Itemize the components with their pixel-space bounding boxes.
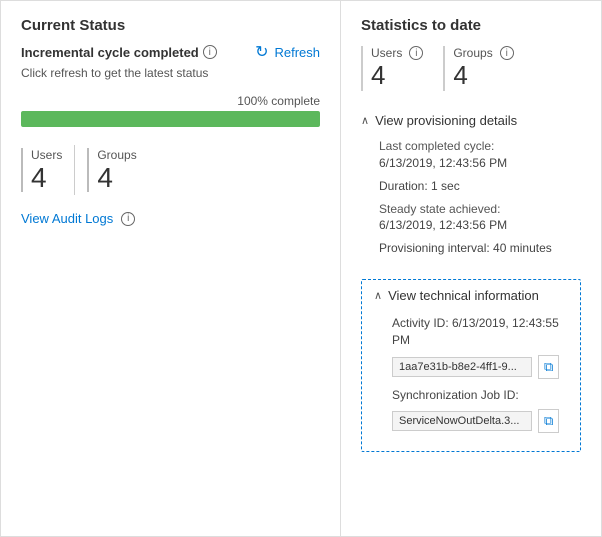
provisioning-accordion: ∧ View provisioning details Last complet… xyxy=(361,107,581,271)
activity-id-field: 1aa7e31b-b8e2-4ff1-9... xyxy=(392,357,532,377)
right-panel: Statistics to date Users i 4 Groups i 4 … xyxy=(341,1,601,536)
sync-job-copy-button[interactable]: ⧉ xyxy=(538,409,559,433)
activity-id-label-row: Activity ID: 6/13/2019, 12:43:55 PM xyxy=(392,315,568,349)
interval-row: Provisioning interval: 40 minutes xyxy=(379,240,581,257)
current-status-title: Current Status xyxy=(21,17,320,34)
activity-id-copy-button[interactable]: ⧉ xyxy=(538,355,559,379)
sync-job-field: ServiceNowOutDelta.3... xyxy=(392,411,532,431)
refresh-button[interactable]: ↻ Refresh xyxy=(255,42,320,62)
view-audit-logs-link[interactable]: View Audit Logs i xyxy=(21,211,320,226)
last-completed-label: Last completed cycle: xyxy=(379,139,494,153)
progress-bar-background xyxy=(21,111,320,127)
progress-container: 100% complete xyxy=(21,94,320,127)
technical-accordion-body: Activity ID: 6/13/2019, 12:43:55 PM 1aa7… xyxy=(362,311,580,451)
users-stat-box: Users 4 xyxy=(21,145,62,195)
technical-header-label: View technical information xyxy=(388,288,539,303)
stats-row: Users 4 Groups 4 xyxy=(21,145,320,195)
subtitle-row: Incremental cycle completed i ↻ Refresh xyxy=(21,42,320,62)
right-users-stat: Users i 4 xyxy=(361,46,423,91)
sync-job-copy-row: ServiceNowOutDelta.3... ⧉ xyxy=(392,409,568,433)
activity-id-copy-row: 1aa7e31b-b8e2-4ff1-9... ⧉ xyxy=(392,355,568,379)
provisioning-header-label: View provisioning details xyxy=(375,113,517,128)
statistics-title: Statistics to date xyxy=(361,17,581,34)
sync-job-label-row: Synchronization Job ID: xyxy=(392,387,568,404)
last-completed-value: 6/13/2019, 12:43:56 PM xyxy=(379,156,507,170)
right-groups-value: 4 xyxy=(453,60,513,91)
progress-label: 100% complete xyxy=(21,94,320,108)
right-users-label: Users i xyxy=(371,46,423,60)
right-users-info-icon[interactable]: i xyxy=(409,46,423,60)
audit-logs-label: View Audit Logs xyxy=(21,211,113,226)
groups-label: Groups xyxy=(97,148,136,162)
stat-divider xyxy=(74,145,75,195)
technical-chevron-icon: ∧ xyxy=(374,289,382,302)
progress-bar-fill xyxy=(21,111,320,127)
last-completed-row: Last completed cycle: 6/13/2019, 12:43:5… xyxy=(379,138,581,172)
stats-to-date-row: Users i 4 Groups i 4 xyxy=(361,46,581,91)
technical-accordion-header[interactable]: ∧ View technical information xyxy=(362,280,580,311)
left-panel: Current Status Incremental cycle complet… xyxy=(1,1,341,536)
technical-section: ∧ View technical information Activity ID… xyxy=(361,279,581,452)
cycle-status-subtitle: Incremental cycle completed xyxy=(21,45,199,60)
provisioning-accordion-header[interactable]: ∧ View provisioning details xyxy=(361,107,581,134)
right-groups-stat: Groups i 4 xyxy=(443,46,513,91)
groups-value: 4 xyxy=(97,164,136,192)
provisioning-accordion-body: Last completed cycle: 6/13/2019, 12:43:5… xyxy=(361,134,581,271)
duration-row: Duration: 1 sec xyxy=(379,178,581,195)
right-users-value: 4 xyxy=(371,60,423,91)
copy-icon: ⧉ xyxy=(544,359,553,375)
users-label: Users xyxy=(31,148,62,162)
subtitle-info-icon[interactable]: i xyxy=(203,45,217,59)
users-value: 4 xyxy=(31,164,62,192)
click-refresh-text: Click refresh to get the latest status xyxy=(21,66,320,80)
refresh-icon: ↻ xyxy=(255,42,268,62)
right-groups-info-icon[interactable]: i xyxy=(500,46,514,60)
refresh-label: Refresh xyxy=(274,45,320,60)
audit-info-icon[interactable]: i xyxy=(121,212,135,226)
provisioning-chevron-icon: ∧ xyxy=(361,114,369,127)
groups-stat-box: Groups 4 xyxy=(87,145,136,195)
right-groups-label: Groups i xyxy=(453,46,513,60)
copy-icon-2: ⧉ xyxy=(544,413,553,429)
steady-state-row: Steady state achieved: 6/13/2019, 12:43:… xyxy=(379,201,581,235)
steady-state-label: Steady state achieved: xyxy=(379,202,500,216)
steady-state-value: 6/13/2019, 12:43:56 PM xyxy=(379,218,507,232)
